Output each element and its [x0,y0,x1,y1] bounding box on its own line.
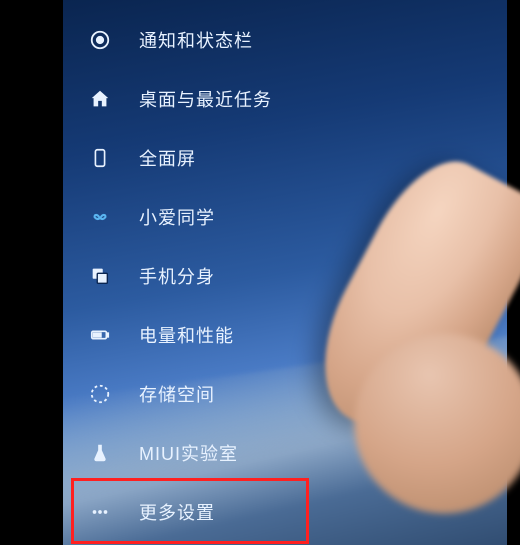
settings-item-fullscreen[interactable]: 全面屏 [63,128,507,187]
settings-item-label: 电量和性能 [139,322,234,348]
settings-item-label: 全面屏 [139,145,196,171]
settings-item-storage[interactable]: 存储空间 [63,364,507,423]
settings-item-more[interactable]: 更多设置 [63,482,507,541]
settings-item-label: 小爱同学 [139,204,215,230]
phone-icon [87,145,113,171]
flask-icon [87,440,113,466]
infinity-icon [87,204,113,230]
more-icon [87,499,113,525]
settings-item-label: MIUI实验室 [139,440,238,466]
settings-item-desktop[interactable]: 桌面与最近任务 [63,69,507,128]
settings-item-label: 桌面与最近任务 [139,86,272,112]
circle-dashed-icon [87,381,113,407]
settings-item-dualapp[interactable]: 手机分身 [63,246,507,305]
settings-item-label: 手机分身 [139,263,215,289]
phone-frame: 通知和状态栏 桌面与最近任务 全面屏 小爱同学 [25,0,495,545]
settings-item-battery[interactable]: 电量和性能 [63,305,507,364]
copy-icon [87,263,113,289]
settings-item-label: 更多设置 [139,499,215,525]
battery-icon [87,322,113,348]
home-icon [87,86,113,112]
settings-item-label: 通知和状态栏 [139,27,253,53]
settings-screen: 通知和状态栏 桌面与最近任务 全面屏 小爱同学 [63,0,507,545]
settings-item-xiaoai[interactable]: 小爱同学 [63,187,507,246]
donut-icon [87,27,113,53]
settings-item-label: 存储空间 [139,381,215,407]
settings-item-miuilab[interactable]: MIUI实验室 [63,423,507,482]
settings-item-notification[interactable]: 通知和状态栏 [63,10,507,69]
settings-list: 通知和状态栏 桌面与最近任务 全面屏 小爱同学 [63,0,507,541]
